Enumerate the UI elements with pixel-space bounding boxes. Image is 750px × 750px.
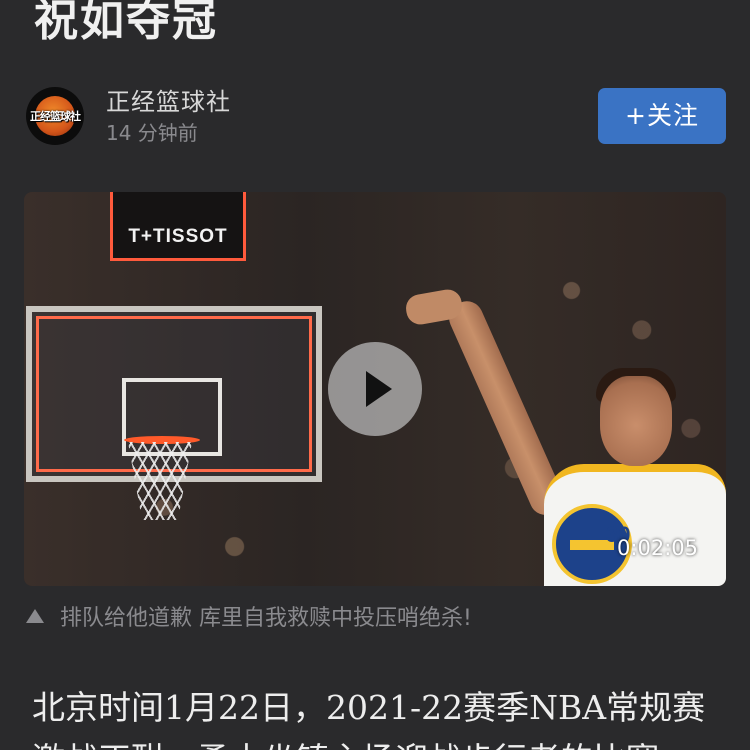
play-icon[interactable]	[328, 342, 422, 436]
video-duration: 0:02:05	[617, 536, 698, 560]
triangle-up-icon	[26, 609, 44, 623]
article-title: 祝如夺冠	[34, 0, 218, 46]
article-body-line: 北京时间1月22日，2021-22赛季NBA常规赛	[32, 688, 706, 727]
video-caption-text: 排队给他道歉 库里自我救赎中投压哨绝杀!	[60, 606, 472, 631]
article-body-line: 激战正酣，勇士坐镇主场迎战步行者的比赛	[32, 734, 732, 750]
video-caption: 排队给他道歉 库里自我救赎中投压哨绝杀!	[26, 604, 472, 634]
post-time: 14 分钟前	[106, 121, 198, 145]
avatar-logo-text: 正经篮球社	[30, 110, 81, 123]
video-player[interactable]: T+TISSOT 30 0:02:05	[24, 192, 726, 586]
player-head	[600, 376, 672, 466]
author-avatar[interactable]: 正经篮球社	[26, 87, 84, 145]
scoreboard: T+TISSOT	[110, 192, 246, 261]
follow-button[interactable]: +关注	[598, 88, 726, 144]
article-body: 北京时间1月22日，2021-22赛季NBA常规赛 激战正酣，勇士坐镇主场迎战步…	[32, 682, 732, 750]
author-name[interactable]: 正经篮球社	[106, 87, 231, 117]
scoreboard-brand: T+TISSOT	[128, 226, 228, 247]
article-page: 祝如夺冠 正经篮球社 正经篮球社 14 分钟前 +关注 T+TISSOT 30 …	[0, 0, 750, 750]
author-row: 正经篮球社 正经篮球社 14 分钟前 +关注	[26, 86, 726, 146]
